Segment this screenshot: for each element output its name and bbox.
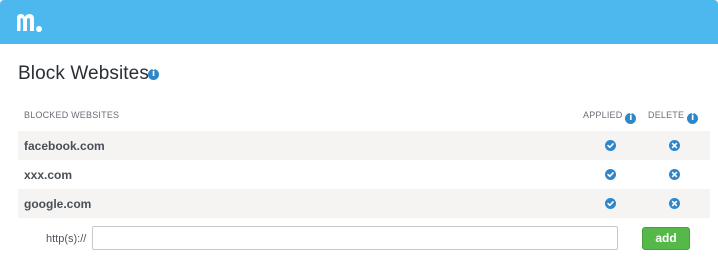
table-row: facebook.com — [18, 131, 710, 160]
website-url-input[interactable] — [92, 226, 618, 250]
blocked-site-label: xxx.com — [24, 168, 73, 182]
applied-check-icon[interactable] — [605, 169, 616, 180]
column-header-delete: DELETE i — [648, 110, 699, 124]
delete-x-icon[interactable] — [669, 140, 680, 151]
url-prefix-label: http(s):// — [46, 233, 87, 245]
delete-x-icon[interactable] — [669, 198, 680, 209]
top-bar — [0, 0, 718, 44]
info-icon[interactable]: i — [687, 113, 699, 124]
column-header-blocked: BLOCKED WEBSITES — [24, 110, 120, 120]
add-button[interactable]: add — [642, 227, 690, 250]
blocked-site-label: google.com — [24, 197, 92, 211]
applied-check-icon[interactable] — [605, 198, 616, 209]
table-row: xxx.com — [18, 160, 710, 189]
page-title: Block Websites — [18, 63, 149, 84]
block-websites-panel: Block Websites i BLOCKED WEBSITES APPLIE… — [0, 44, 718, 280]
blocked-site-label: facebook.com — [24, 139, 105, 153]
delete-header-label: DELETE — [648, 110, 685, 120]
mspy-logo-icon[interactable] — [14, 9, 44, 35]
delete-x-icon[interactable] — [669, 169, 680, 180]
info-icon[interactable]: i — [148, 69, 159, 80]
column-header-applied: APPLIED i — [583, 110, 637, 124]
applied-check-icon[interactable] — [605, 140, 616, 151]
info-icon[interactable]: i — [625, 113, 637, 124]
applied-header-label: APPLIED — [583, 110, 623, 120]
table-row: google.com — [18, 189, 710, 218]
